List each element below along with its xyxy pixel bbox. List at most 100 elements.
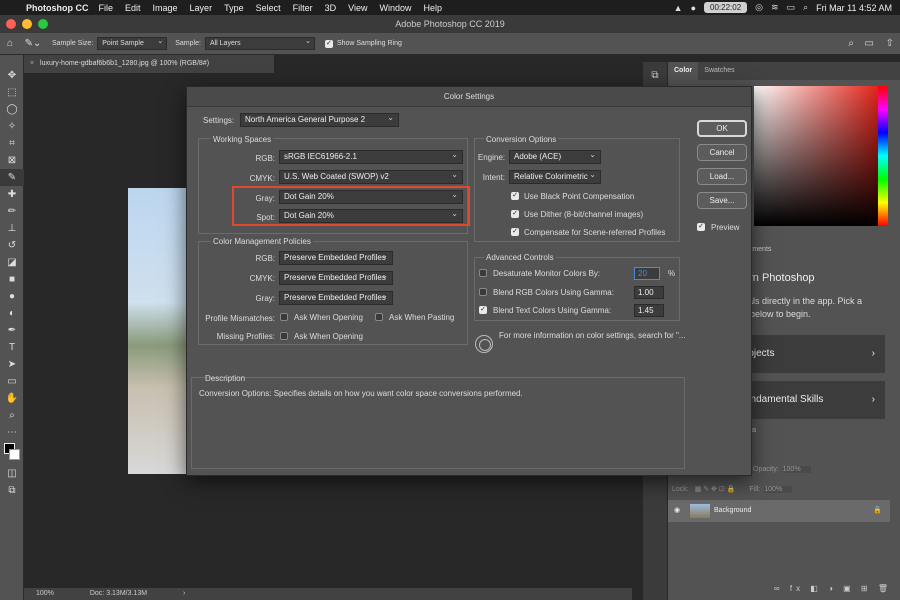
battery-icon[interactable]: ▭	[787, 2, 796, 13]
marquee-tool-icon[interactable]: ⬚	[0, 84, 24, 101]
lasso-tool-icon[interactable]: ◯	[0, 101, 24, 118]
color-picker-field[interactable]	[754, 86, 878, 226]
menu-window[interactable]: Window	[379, 3, 411, 13]
zoom-window-button[interactable]	[38, 19, 48, 29]
show-sampling-ring-checkbox[interactable]: ✓	[324, 39, 333, 48]
minimize-window-button[interactable]	[22, 19, 32, 29]
settings-select[interactable]: North America General Purpose 2	[240, 112, 399, 127]
blend-text-input[interactable]: 1.45	[634, 304, 664, 317]
ws-rgb-select[interactable]: sRGB IEC61966-2.1	[279, 149, 463, 164]
compensate-checkbox[interactable]: ✓	[511, 228, 519, 236]
opacity-input[interactable]: 100%	[782, 466, 811, 473]
airplay-icon[interactable]: ◎	[755, 2, 763, 13]
menu-image[interactable]: Image	[153, 3, 178, 13]
eyedropper-preset-icon[interactable]: ✎⌄	[20, 38, 46, 49]
menu-type[interactable]: Type	[224, 3, 244, 13]
eraser-tool-icon[interactable]: ◪	[0, 254, 24, 271]
zoom-level[interactable]: 100%	[36, 590, 54, 597]
ok-button[interactable]: OK	[697, 120, 747, 137]
blur-tool-icon[interactable]: ●	[0, 288, 24, 305]
eyedropper-tool-icon[interactable]: ✎	[0, 169, 24, 186]
preview-checkbox[interactable]: ✓	[697, 223, 705, 231]
learn-card-skills[interactable]: undamental Skills ›	[743, 381, 885, 419]
ask-pasting-checkbox[interactable]	[375, 313, 383, 321]
record-icon[interactable]: ●	[691, 3, 696, 13]
sample-size-select[interactable]: Point Sample	[97, 36, 168, 50]
quick-mask-icon[interactable]: ◫	[0, 465, 24, 482]
doc-info[interactable]: Doc: 3.13M/3.13M	[90, 590, 147, 597]
recording-timer[interactable]: 00:22:02	[704, 2, 748, 13]
stamp-tool-icon[interactable]: ⊥	[0, 220, 24, 237]
history-panel-icon[interactable]: ⧉	[643, 70, 667, 81]
move-tool-icon[interactable]: ✥	[0, 67, 24, 84]
engine-select[interactable]: Adobe (ACE)	[509, 149, 601, 164]
save-button[interactable]: Save...	[697, 192, 747, 209]
document-image[interactable]	[128, 188, 188, 474]
ask-opening-checkbox[interactable]	[280, 313, 288, 321]
clock[interactable]: Fri Mar 11 4:52 AM	[816, 3, 892, 13]
workspace-icon[interactable]: ▭	[865, 38, 874, 49]
cancel-button[interactable]: Cancel	[697, 144, 747, 161]
crop-tool-icon[interactable]: ⌗	[0, 135, 24, 152]
menu-3d[interactable]: 3D	[325, 3, 337, 13]
tab-swatches[interactable]: Swatches	[698, 62, 740, 80]
share-icon[interactable]: ⇧	[886, 38, 894, 49]
document-tab[interactable]: × luxury-home-gdbaf6b6b1_1280.jpg @ 100%…	[24, 55, 274, 73]
menu-file[interactable]: File	[99, 3, 114, 13]
missing-ask-opening-checkbox[interactable]	[280, 332, 288, 340]
color-swatches[interactable]	[0, 441, 23, 465]
status-menu-chevron-icon[interactable]: ›	[183, 590, 185, 597]
menu-edit[interactable]: Edit	[125, 3, 141, 13]
healing-tool-icon[interactable]: ✚	[0, 186, 24, 203]
blend-rgb-input[interactable]: 1.00	[634, 286, 664, 299]
blend-text-checkbox[interactable]: ✓	[479, 306, 487, 314]
intent-select[interactable]: Relative Colorimetric	[509, 169, 601, 184]
brush-tool-icon[interactable]: ✏	[0, 203, 24, 220]
path-select-tool-icon[interactable]: ➤	[0, 356, 24, 373]
hand-tool-icon[interactable]: ✋	[0, 390, 24, 407]
type-tool-icon[interactable]: T	[0, 339, 24, 356]
lock-icons[interactable]: ▦ ✎ ✥ ⊡ 🔒	[695, 486, 736, 493]
menu-filter[interactable]: Filter	[293, 3, 313, 13]
frame-tool-icon[interactable]: ⊠	[0, 152, 24, 169]
eye-icon[interactable]: ◉	[674, 500, 680, 522]
fill-input[interactable]: 100%	[764, 486, 793, 493]
learn-card-projects[interactable]: rojects ›	[743, 335, 885, 373]
black-point-checkbox[interactable]: ✓	[511, 192, 519, 200]
search-icon[interactable]: ⌕	[803, 2, 808, 13]
ws-cmyk-select[interactable]: U.S. Web Coated (SWOP) v2	[279, 169, 463, 184]
quick-select-tool-icon[interactable]: ✧	[0, 118, 24, 135]
screen-mode-icon[interactable]: ⧉	[0, 482, 24, 499]
background-color-icon[interactable]	[9, 449, 20, 460]
cmp-gray-select[interactable]: Preserve Embedded Profiles	[279, 290, 393, 305]
menu-select[interactable]: Select	[256, 3, 281, 13]
menu-view[interactable]: View	[348, 3, 367, 13]
close-document-icon[interactable]: ×	[30, 60, 34, 67]
close-window-button[interactable]	[6, 19, 16, 29]
sample-select[interactable]: All Layers	[204, 36, 315, 50]
tab-color[interactable]: Color	[668, 62, 699, 80]
wifi-icon[interactable]: ≋	[771, 2, 779, 13]
desaturate-input[interactable]: 20	[634, 267, 660, 280]
upload-icon[interactable]: ▲	[674, 3, 683, 13]
menu-layer[interactable]: Layer	[190, 3, 213, 13]
history-brush-tool-icon[interactable]: ↺	[0, 237, 24, 254]
home-icon[interactable]: ⌂	[0, 38, 20, 49]
hue-slider[interactable]	[878, 86, 888, 226]
zoom-tool-icon[interactable]: ⌕	[0, 407, 24, 424]
cmp-cmyk-select[interactable]: Preserve Embedded Profiles	[279, 270, 393, 285]
more-tools-icon[interactable]: ⋯	[0, 424, 24, 441]
load-button[interactable]: Load...	[697, 168, 747, 185]
pen-tool-icon[interactable]: ✒	[0, 322, 24, 339]
layers-footer-icons[interactable]: ∞ fx ◧ ◑ ▣ ⊞ 🗑	[774, 584, 892, 593]
dodge-tool-icon[interactable]: ◐	[0, 305, 24, 322]
info-text[interactable]: For more information on color settings, …	[499, 331, 685, 340]
search-icon[interactable]: ⌕	[848, 38, 854, 49]
gradient-tool-icon[interactable]: ■	[0, 271, 24, 288]
layer-row-background[interactable]: ◉ Background 🔒	[668, 500, 890, 522]
menu-help[interactable]: Help	[423, 3, 442, 13]
cmp-rgb-select[interactable]: Preserve Embedded Profiles	[279, 250, 393, 265]
desaturate-checkbox[interactable]	[479, 269, 487, 277]
dither-checkbox[interactable]: ✓	[511, 210, 519, 218]
blend-rgb-checkbox[interactable]	[479, 288, 487, 296]
